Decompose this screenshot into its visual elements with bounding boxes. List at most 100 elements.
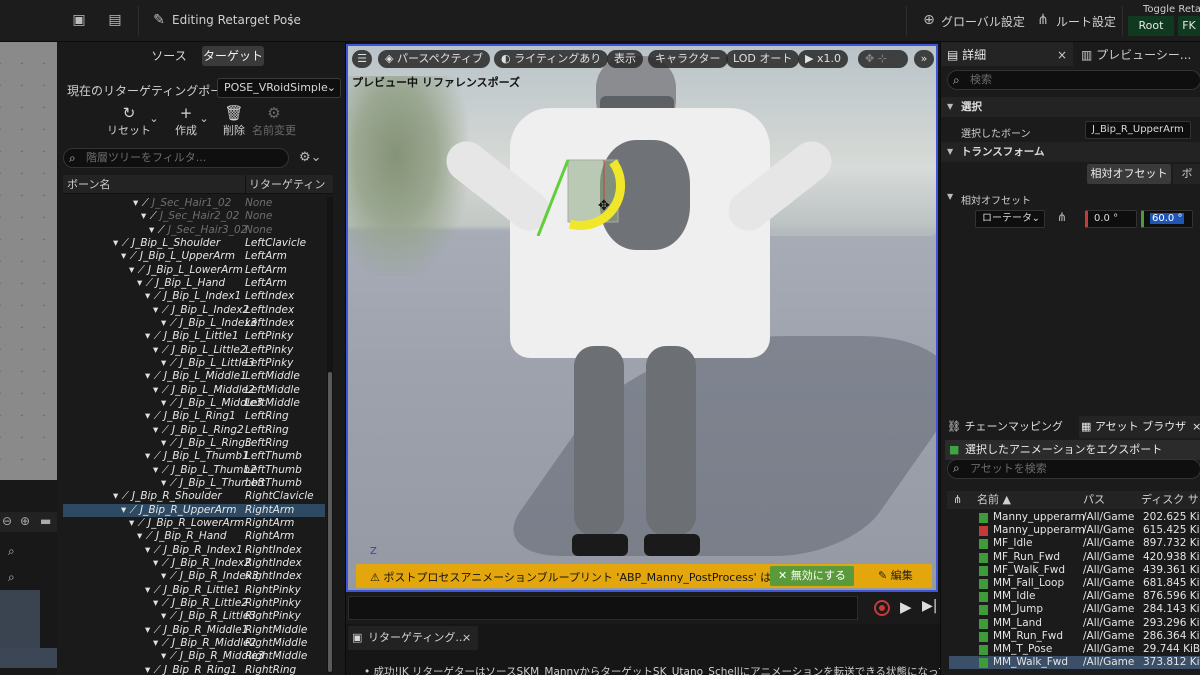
bone-toggle[interactable]: ボ [1173,164,1200,184]
asset-row[interactable]: MM_Jump/All/Game 284.143 KiB [949,603,1200,616]
more-options-icon[interactable]: ⋮ [282,11,300,29]
bone-tree-row[interactable]: ▾ ⟋ J_Sec_Hair1_02 None [63,197,325,210]
details-search-input[interactable]: 検索 [947,70,1200,90]
bone-tree-row[interactable]: ▾ ⟋ J_Bip_R_LowerArm RightArm [63,517,325,530]
reset-button[interactable]: ↻ リセット [107,104,151,138]
bone-tree-row[interactable]: ▾ ⟋ J_Bip_R_Little3 RightPinky [63,610,325,623]
perspective-button[interactable]: ◈ パースペクティブ [378,50,490,68]
edit-postprocess-button[interactable]: ✎ 編集 [872,566,919,586]
bone-tree-row[interactable]: ▾ ⟋ J_Bip_L_Index2 LeftIndex [63,304,325,317]
step-forward-icon[interactable]: ▶| [922,598,937,614]
bone-tree-row[interactable]: ▾ ⟋ J_Bip_R_Little1 RightPinky [63,584,325,597]
asset-row[interactable]: Manny_upperarm/All/Game 615.425 KiB [949,524,1200,537]
tab-details[interactable]: ▤ 詳細 [947,44,986,66]
global-settings-button[interactable]: グローバル設定 [941,13,1025,30]
column-disk-size[interactable]: ディスク サイ [1141,491,1200,509]
asset-row[interactable]: MM_Run_Fwd/All/Game 286.364 KiB [949,630,1200,643]
bone-tree-row[interactable]: ▾ ⟋ J_Bip_R_Index2 RightIndex [63,557,325,570]
column-name[interactable]: 名前 ▲ [977,491,1011,509]
close-icon[interactable]: × [1057,44,1067,66]
bone-tree-row[interactable]: ▾ ⟋ J_Bip_L_Thumb2 LeftThumb [63,464,325,477]
selected-bone-field[interactable]: J_Bip_R_UpperArm [1085,121,1191,139]
bone-tree-row[interactable]: ▾ ⟋ J_Bip_R_UpperArm RightArm [63,503,325,517]
timeline-scrubber[interactable] [348,596,858,620]
chevron-down-icon[interactable]: ⌄ [149,112,159,125]
tab-asset-browser[interactable]: ▦ アセット ブラウザ × [1081,416,1200,438]
asset-row[interactable]: MM_Land/All/Game 293.296 KiB [949,617,1200,630]
bone-tree-row[interactable]: ▾ ⟋ J_Bip_L_Middle1 LeftMiddle [63,370,325,383]
rename-button[interactable]: ⚙ 名前変更 [249,104,299,138]
bone-tree-row[interactable]: ▾ ⟋ J_Bip_L_Thumb1 LeftThumb [63,450,325,463]
column-path[interactable]: パス [1083,491,1105,509]
section-selection[interactable]: ▼ 選択 [941,97,1200,117]
tab-retarget-log[interactable]: ▣ リターゲティング... × [348,626,478,650]
folder-icon[interactable]: ▬ [40,514,51,528]
bone-tree-row[interactable]: ▾ ⟋ J_Bip_R_Ring1 RightRing [63,664,325,675]
settings-gear-icon[interactable]: ⚙⌄ [299,150,322,165]
search-icon[interactable]: ⌕ [8,570,15,585]
bone-tree-row[interactable]: ▾ ⟋ J_Bip_L_Ring3 LeftRing [63,437,325,450]
bone-tree-row[interactable]: ▾ ⟋ J_Bip_R_Little2 RightPinky [63,597,325,610]
tab-target[interactable]: ターゲット [202,46,264,66]
section-relative-offset[interactable]: ▼ 相対オフセット [941,188,1200,208]
back-icon[interactable]: ⊖ [2,514,12,528]
export-selected-animations-button[interactable]: ■ 選択したアニメーションをエクスポート [945,440,1200,460]
bone-tree-row[interactable]: ▾ ⟋ J_Bip_L_Shoulder LeftClavicle [63,237,325,250]
asset-row[interactable]: MM_Idle/All/Game 876.596 KiB [949,590,1200,603]
bone-tree-row[interactable]: ▾ ⟋ J_Bip_L_Ring1 LeftRing [63,410,325,423]
bone-tree-row[interactable]: ▾ ⟋ J_Bip_L_Middle3 LeftMiddle [63,397,325,410]
root-settings-button[interactable]: ルート設定 [1056,13,1116,30]
lod-button[interactable]: LOD オート [726,50,800,68]
filter-icon[interactable]: ⋔ [953,491,962,509]
preview-viewport[interactable]: ✥ ☰ ◈ パースペクティブ ◐ ライティングあり 表示 キャラクター LOD … [346,44,938,592]
viewport-menu-icon[interactable]: ☰ [352,50,372,68]
asset-search-input[interactable]: アセットを検索 [947,459,1200,479]
tree-scrollbar-thumb[interactable] [328,372,332,672]
asset-row[interactable]: MF_Walk_Fwd/All/Game 439.361 KiB [949,564,1200,577]
forward-icon[interactable]: ⊕ [20,514,30,528]
bone-tree-row[interactable]: ▾ ⟋ J_Bip_L_Middle2 LeftMiddle [63,384,325,397]
search-icon[interactable]: ⌕ [8,544,15,559]
current-pose-dropdown[interactable]: POSE_VRoidSimple ⌄ [217,78,341,98]
asset-row[interactable]: Manny_upperarm/All/Game 202.625 KiB [949,511,1200,524]
create-button[interactable]: + 作成 [169,104,203,138]
character-button[interactable]: キャラクター [648,50,728,68]
play-icon[interactable]: ▶ [900,598,912,616]
asset-row[interactable]: MM_T_Pose/All/Game 29.744 KiB [949,643,1200,656]
asset-row[interactable]: MF_Run_Fwd/All/Game 420.938 KiB [949,551,1200,564]
hierarchy-filter-input[interactable]: 階層ツリーをフィルタ... [63,148,289,168]
bone-tree-row[interactable]: ▾ ⟋ J_Bip_R_Index1 RightIndex [63,544,325,557]
bone-tree-row[interactable]: ▾ ⟋ J_Bip_R_Middle1 RightMiddle [63,624,325,637]
rotation-x-field[interactable]: 0.0 ° [1085,210,1137,228]
relative-offset-toggle[interactable]: 相対オフセット [1087,164,1171,184]
column-retarget-chain[interactable]: リターゲティン [249,175,333,194]
transform-tools[interactable]: ✥ ⊹ [858,50,908,68]
delete-button[interactable]: 🗑 削除 [217,104,251,138]
bone-tree-row[interactable]: ▾ ⟋ J_Bip_L_LowerArm LeftArm [63,264,325,277]
bone-tree-row[interactable]: ▾ ⟋ J_Bip_R_Middle3 RightMiddle [63,650,325,663]
close-icon[interactable]: × [1192,420,1200,433]
rotation-gizmo[interactable] [528,146,638,236]
bone-tree-row[interactable]: ▾ ⟋ J_Bip_L_Ring2 LeftRing [63,424,325,437]
bone-tree-row[interactable]: ▾ ⟋ J_Sec_Hair2_02 None [63,210,325,223]
bone-tree-row[interactable]: ▾ ⟋ J_Bip_L_UpperArm LeftArm [63,250,325,263]
column-bone-name[interactable]: ボーン名 [67,175,110,194]
disable-postprocess-button[interactable]: ✕ 無効にする [770,566,854,586]
rotation-y-field[interactable]: 60.0 ° [1141,210,1193,228]
asset-row[interactable]: MF_Idle/All/Game 897.732 KiB [949,537,1200,550]
lighting-button[interactable]: ◐ ライティングあり [494,50,609,68]
close-icon[interactable]: × [462,626,471,650]
bone-tree-row[interactable]: ▾ ⟋ J_Bip_L_Thumb3 LeftThumb [63,477,325,490]
show-button[interactable]: 表示 [607,50,643,68]
asset-row[interactable]: MM_Fall_Loop/All/Game 681.845 KiB [949,577,1200,590]
save-icon[interactable]: ▣ [70,11,88,29]
record-icon[interactable] [874,600,890,616]
bone-tree-row[interactable]: ▾ ⟋ J_Bip_L_Little1 LeftPinky [63,330,325,343]
bone-tree-row[interactable]: ▾ ⟋ J_Bip_L_Index3 LeftIndex [63,317,325,330]
tab-chain-mapping[interactable]: ⛓ チェーンマッピング [947,416,1063,438]
expand-toolbar-icon[interactable]: » [914,50,934,68]
asset-row[interactable]: MM_Walk_Fwd/All/Game 373.812 KiB [949,656,1200,670]
bone-tree-row[interactable]: ▾ ⟋ J_Bip_L_Hand LeftArm [63,277,325,290]
section-transform[interactable]: ▼ トランスフォーム [941,142,1200,162]
pivot-icon[interactable]: ⋔ [1057,210,1067,224]
